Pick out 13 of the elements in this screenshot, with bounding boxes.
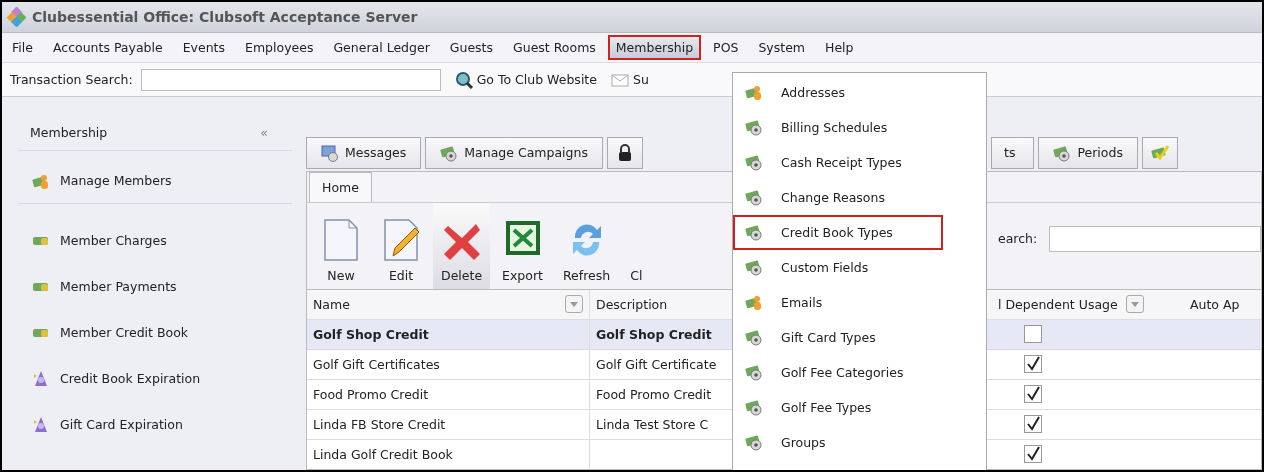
table-cell: Linda FB Store Credit [313, 417, 446, 432]
search-label: earch: [998, 231, 1038, 247]
sidebar-title: Membership [30, 125, 108, 140]
table-cell: Golf Gift Certificate [596, 357, 717, 372]
window-title: Clubessential Office: Clubsoft Acceptance Server [32, 9, 418, 25]
table-cell: Food Promo Credit [313, 387, 429, 402]
table-cell: Golf Gift Certificates [313, 357, 440, 372]
search-label: Transaction Search: [10, 72, 133, 87]
table-cell: Linda Golf Credit Book [313, 447, 453, 462]
table-cell: Food Promo Credit [596, 387, 712, 402]
table-cell: Golf Shop Credit [313, 327, 429, 342]
table-cell: Linda Test Store C [596, 417, 709, 432]
table-cell: Golf Shop Credit [596, 327, 712, 342]
